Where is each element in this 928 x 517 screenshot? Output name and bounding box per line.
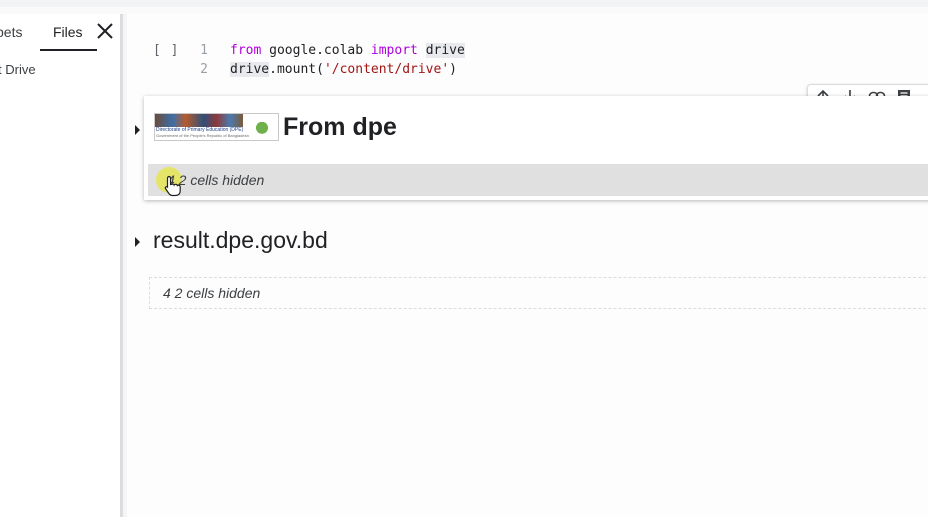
collapse-section-toggle[interactable]	[135, 237, 140, 247]
hidden-cells-label: 4 2 cells hidden	[163, 285, 261, 301]
code-token: drive	[425, 43, 465, 58]
section-heading: From dpe	[283, 113, 397, 141]
section-cell[interactable]: Directorate of Primary Education (DPE) G…	[144, 96, 928, 200]
code-line[interactable]: 1 from google.colab import drive	[187, 43, 465, 58]
section-heading: result.dpe.gov.bd	[153, 227, 328, 253]
banner-subtitle: Government of the People's Republic of B…	[156, 133, 249, 138]
code-token: '/content/drive'	[323, 62, 450, 77]
code-token: )	[449, 62, 457, 77]
run-cell-button[interactable]: [ ]	[153, 43, 179, 58]
dpe-banner-image: Directorate of Primary Education (DPE) G…	[154, 113, 279, 141]
active-tab-indicator	[40, 49, 97, 51]
code-cell[interactable]: [ ] 1 from google.colab import drive 2 dri…	[127, 14, 928, 94]
collapse-section-toggle[interactable]	[135, 125, 140, 135]
code-token: import	[370, 43, 418, 58]
close-icon[interactable]	[94, 20, 116, 42]
side-panel: pets Files t Drive	[0, 14, 120, 517]
top-bar-shadow	[0, 7, 928, 14]
mount-drive-item[interactable]: t Drive	[0, 62, 36, 77]
notebook-area: [ ] 1 from google.colab import drive 2 dri…	[127, 14, 928, 517]
tab-code-snippets[interactable]: pets	[0, 24, 22, 40]
hand-cursor-icon	[164, 175, 182, 197]
tab-files[interactable]: Files	[53, 24, 83, 40]
line-number: 1	[200, 43, 208, 58]
hidden-cells-button[interactable]: 4 2 cells hidden	[149, 277, 928, 309]
code-token: google.colab	[261, 43, 371, 58]
banner-photo	[155, 114, 243, 127]
code-token: drive	[230, 62, 270, 77]
code-token: from	[230, 43, 262, 58]
hidden-cells-button[interactable]: 4 2 cells hidden	[148, 164, 928, 197]
logo-icon	[249, 117, 275, 135]
line-number: 2	[200, 62, 208, 77]
code-token: .mount(	[269, 62, 324, 77]
code-line[interactable]: 2 drive.mount('/content/drive')	[187, 62, 457, 77]
